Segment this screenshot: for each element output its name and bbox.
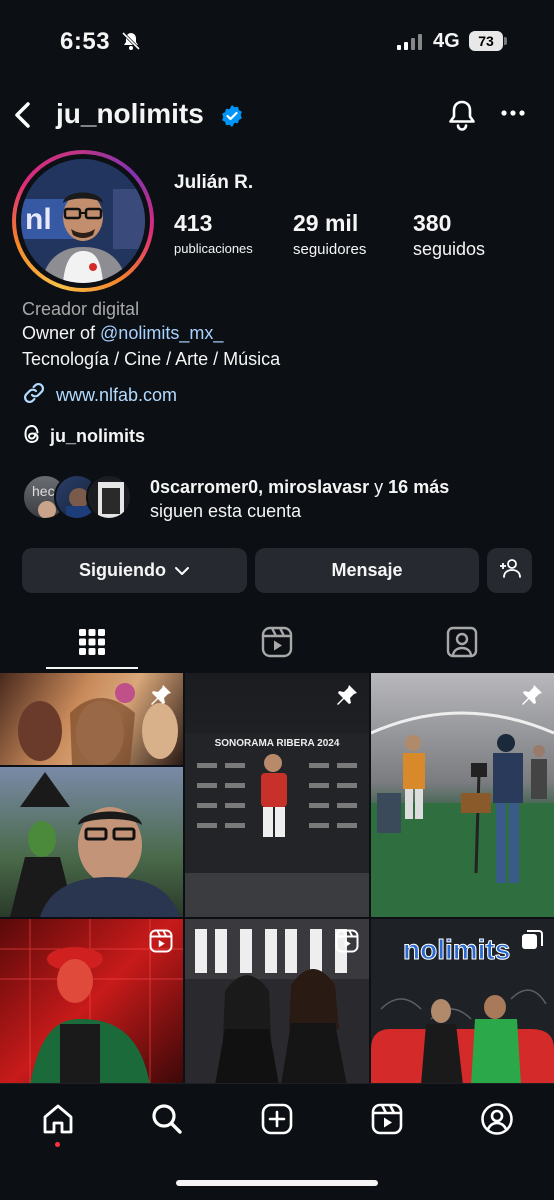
bio-owner-prefix: Owner of — [22, 323, 101, 343]
profile-tabs — [0, 618, 554, 670]
website-link[interactable]: www.nlfab.com — [22, 381, 177, 410]
bio-owner-line: Owner of @nolimits_mx_ — [22, 323, 223, 344]
followed-by-more: 16 más — [388, 477, 450, 497]
signal-icon — [397, 34, 422, 50]
stat-posts[interactable]: 413 publicaciones — [174, 210, 253, 256]
threads-icon — [22, 423, 42, 450]
grid-icon — [78, 628, 106, 661]
stat-label: publicaciones — [174, 241, 253, 256]
reels-icon — [261, 626, 293, 663]
svg-text:hec: hec — [32, 483, 55, 499]
bell-slash-icon — [121, 31, 141, 56]
stat-followers[interactable]: 29 mil seguidores — [293, 210, 366, 258]
reel-icon — [335, 929, 359, 958]
active-tab-indicator — [46, 667, 138, 669]
back-icon[interactable] — [12, 100, 34, 135]
status-bar: 6:53 4G 73 — [0, 0, 554, 84]
post-thumbnail[interactable] — [0, 767, 183, 917]
battery-icon: 73 — [469, 30, 507, 52]
status-time: 6:53 — [60, 28, 111, 55]
profile-username: ju_nolimits — [56, 98, 204, 129]
stat-following[interactable]: 380 seguidos — [413, 210, 485, 260]
avatar — [86, 474, 132, 520]
pin-icon — [335, 683, 359, 712]
suggest-people-button[interactable] — [487, 548, 532, 593]
tab-reels[interactable] — [231, 618, 323, 670]
search-icon[interactable] — [150, 1102, 184, 1141]
message-button[interactable]: Mensaje — [255, 548, 479, 593]
profile-category: Creador digital — [22, 299, 140, 319]
stat-value: 380 — [413, 210, 452, 236]
reels-icon[interactable] — [370, 1102, 404, 1141]
add-person-icon — [499, 558, 521, 583]
followed-by-connector: y — [369, 477, 389, 497]
tagged-icon — [446, 626, 478, 663]
post-sign: nolimits — [403, 934, 510, 965]
following-label: Siguiendo — [79, 560, 166, 580]
reel-icon — [149, 929, 173, 958]
carousel-icon — [520, 929, 544, 958]
threads-handle: ju_nolimits — [50, 426, 146, 446]
bottom-navigation — [0, 1083, 554, 1200]
pin-icon — [520, 683, 544, 712]
post-thumbnail[interactable]: nolimits — [371, 919, 554, 1085]
bio-mention-link[interactable]: @nolimits_mx_ — [100, 323, 223, 343]
stat-label: seguidos — [413, 239, 486, 259]
avatar[interactable]: nl — [21, 159, 145, 283]
profile-icon[interactable] — [480, 1102, 514, 1141]
post-thumbnail[interactable] — [185, 919, 369, 1085]
home-indicator — [176, 1180, 378, 1186]
followed-by-text[interactable]: 0scarromer0, miroslavasr y 16 más siguen… — [150, 475, 449, 523]
story-ring[interactable]: nl — [12, 150, 154, 292]
more-icon[interactable] — [500, 104, 526, 122]
bell-icon[interactable] — [446, 98, 478, 137]
bio-interests: Tecnología / Cine / Arte / Música — [22, 349, 281, 369]
svg-text:nl: nl — [25, 203, 52, 236]
network-type: 4G — [433, 30, 460, 52]
battery-level: 73 — [469, 31, 503, 51]
posts-grid: SONORAMA RIBERA 2024 nolimits — [0, 673, 554, 1085]
home-notification-dot — [55, 1142, 60, 1147]
post-thumbnail[interactable] — [0, 673, 183, 765]
pin-icon — [149, 683, 173, 712]
post-thumbnail[interactable] — [371, 673, 554, 917]
following-button[interactable]: Siguiendo — [22, 548, 247, 593]
stat-label: seguidores — [293, 241, 367, 258]
threads-badge[interactable]: ju_nolimits — [22, 423, 145, 450]
chevron-down-icon — [174, 560, 190, 581]
display-name: Julián R. — [174, 172, 254, 193]
post-thumbnail[interactable]: SONORAMA RIBERA 2024 — [185, 673, 369, 917]
tab-posts-grid[interactable] — [46, 618, 138, 670]
mutual-followers-avatars[interactable]: hec — [22, 474, 136, 520]
followed-by-suffix: siguen esta cuenta — [150, 501, 302, 521]
tab-tagged[interactable] — [416, 618, 508, 670]
stat-value: 29 mil — [293, 210, 359, 236]
verified-icon — [220, 104, 244, 133]
post-thumbnail[interactable] — [0, 919, 183, 1085]
profile-header: ju_nolimits — [0, 90, 554, 140]
link-icon — [22, 381, 46, 410]
stat-value: 413 — [174, 210, 213, 236]
message-label: Mensaje — [331, 560, 403, 580]
home-icon[interactable] — [41, 1102, 75, 1141]
website-url[interactable]: www.nlfab.com — [56, 385, 177, 406]
post-title: SONORAMA RIBERA 2024 — [215, 738, 340, 749]
followed-by-names: 0scarromer0, miroslavasr — [150, 477, 370, 497]
create-icon[interactable] — [260, 1102, 294, 1141]
